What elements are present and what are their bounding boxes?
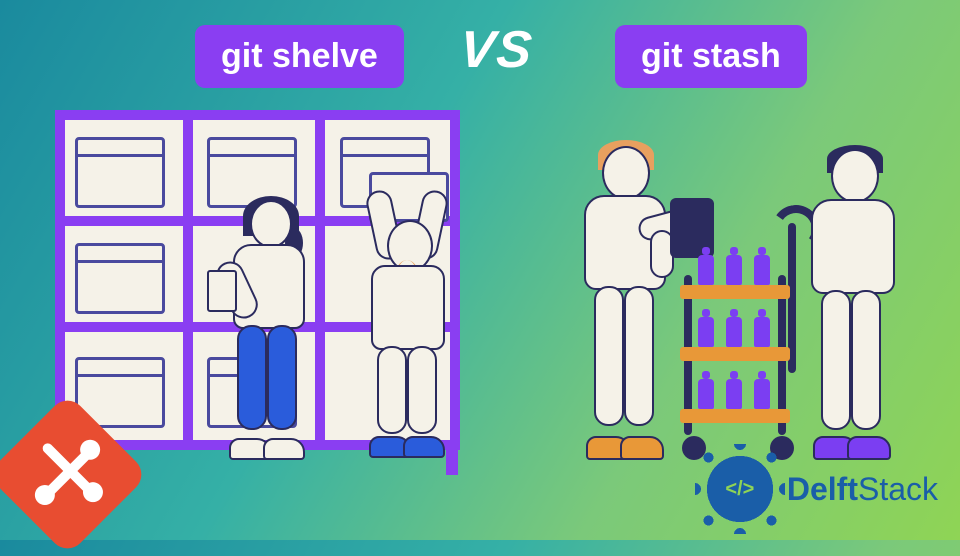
brand-text: DelftStack — [787, 471, 938, 508]
delftstack-brand: </> DelftStack — [701, 450, 938, 528]
label-git-stash: git stash — [615, 25, 807, 88]
person-shelve-reader — [215, 200, 320, 460]
cart-illustration — [680, 275, 810, 455]
vs-text: VS — [457, 20, 536, 80]
person-stash-clipboard — [560, 140, 690, 460]
person-shelve-loader — [355, 190, 465, 460]
brand-badge-icon: </> — [701, 450, 779, 528]
person-stash-standing — [795, 145, 925, 460]
label-git-shelve: git shelve — [195, 25, 404, 88]
